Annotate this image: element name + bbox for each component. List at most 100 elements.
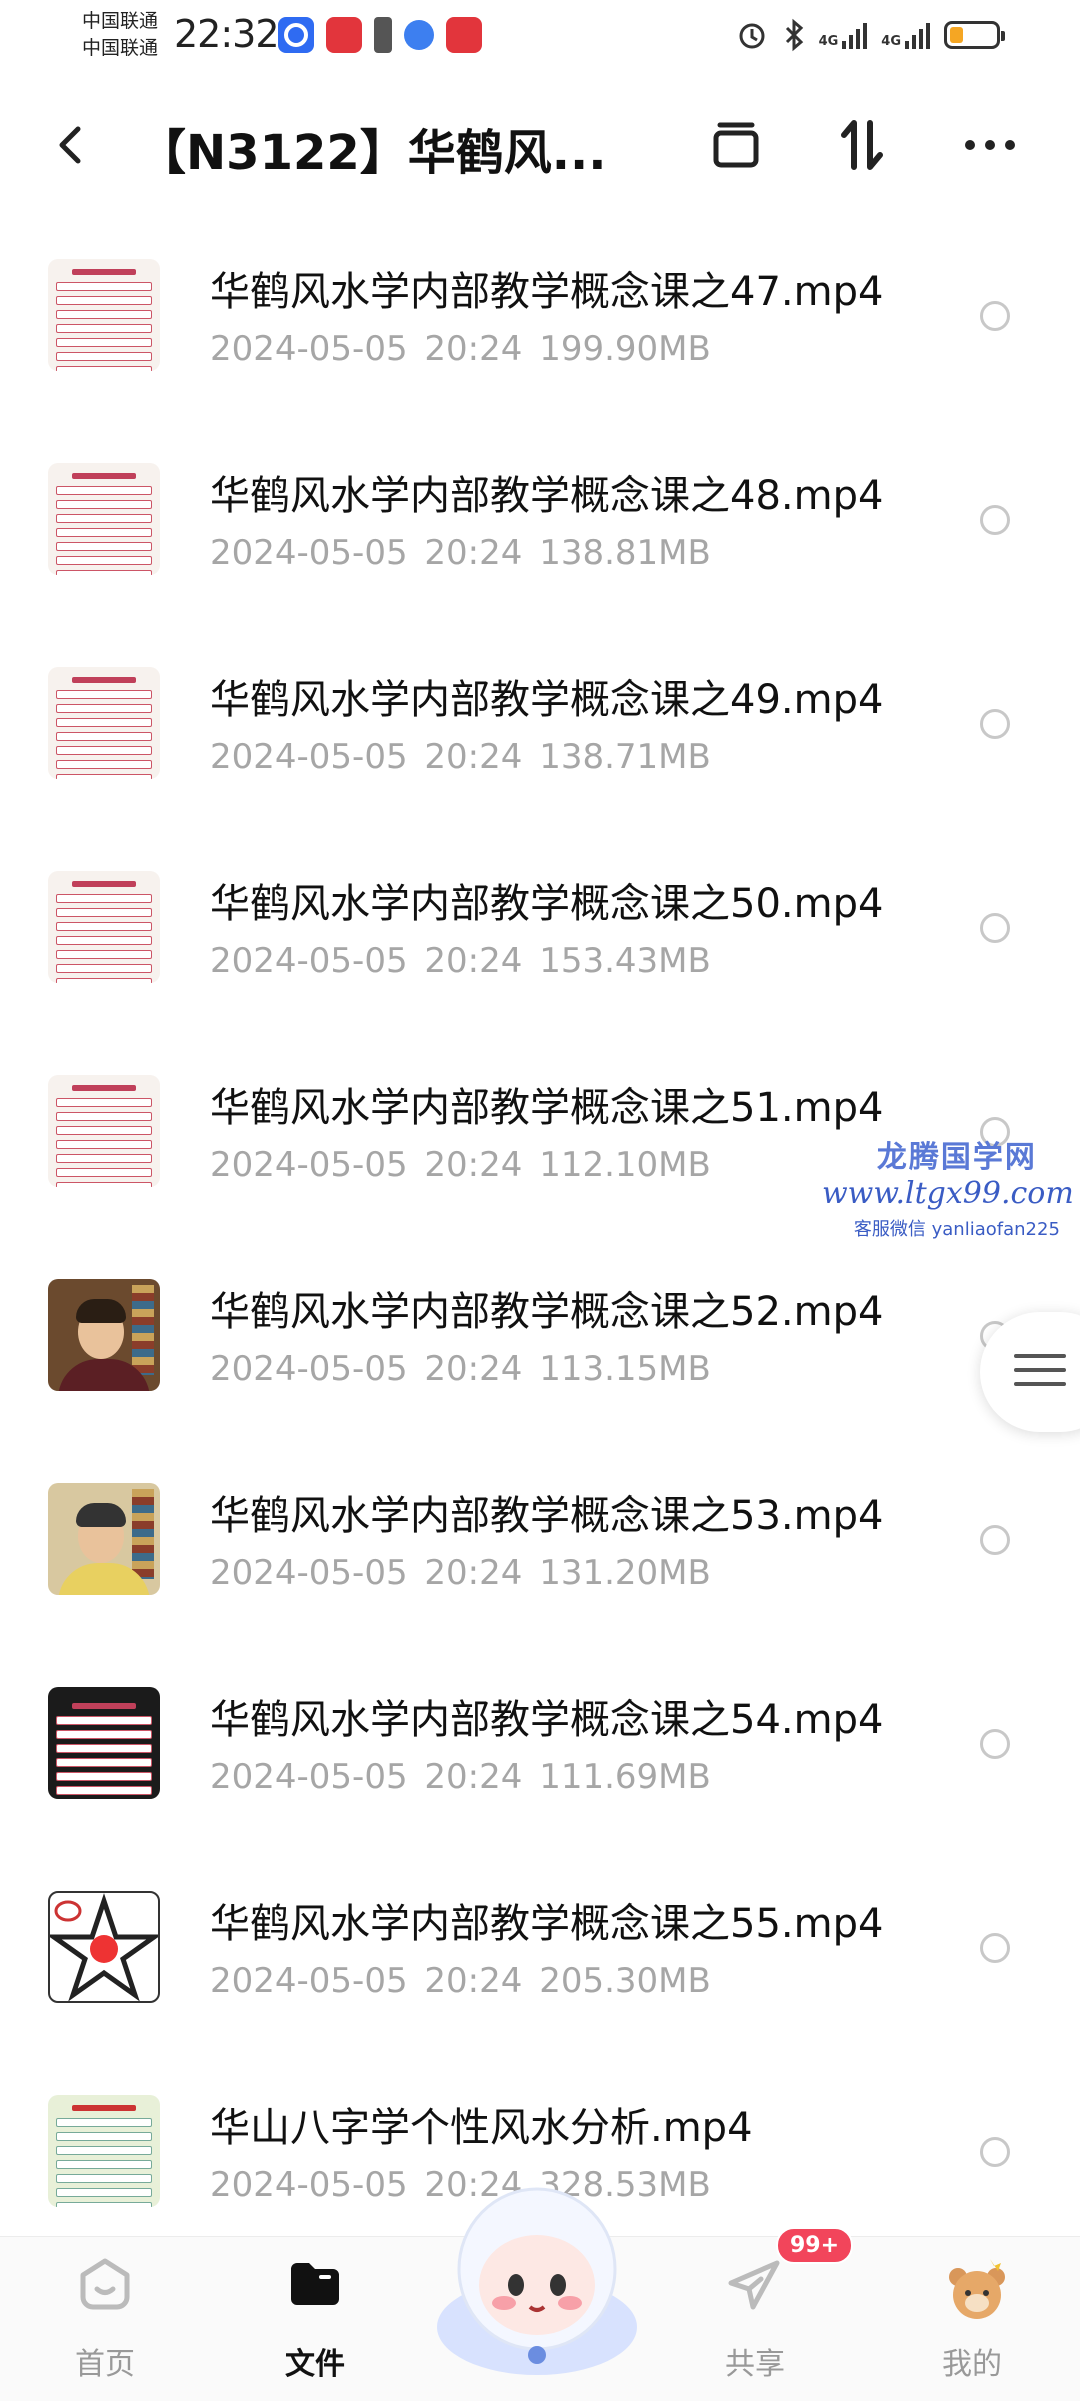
file-meta: 2024-05-05 20:24 205.30MB [210, 1961, 711, 2001]
select-radio[interactable] [980, 301, 1010, 331]
file-thumbnail [48, 1279, 160, 1391]
file-row[interactable]: 华鹤风水学内部教学概念课之47.mp4 2024-05-05 20:24 199.… [0, 215, 1080, 419]
file-thumbnail [48, 1483, 160, 1595]
file-thumbnail [48, 1075, 160, 1187]
file-date: 2024-05-05 [210, 737, 408, 777]
file-name: 华山八字学个性风水分析.mp4 [210, 2105, 753, 2151]
file-meta: 2024-05-05 20:24 111.69MB [210, 1757, 711, 1797]
sort-icon[interactable] [832, 115, 892, 175]
file-size: 199.90MB [539, 329, 711, 369]
file-size: 138.81MB [539, 533, 711, 573]
file-size: 111.69MB [539, 1757, 711, 1797]
gift-app-icon-2 [446, 17, 482, 53]
select-radio[interactable] [980, 2137, 1010, 2167]
select-radio[interactable] [980, 505, 1010, 535]
bluetooth-icon [785, 18, 803, 52]
network-type-1: 4G [818, 34, 839, 49]
file-row[interactable]: 华鹤风水学内部教学概念课之53.mp4 2024-05-05 20:24 131.… [0, 1439, 1080, 1643]
file-date: 2024-05-05 [210, 1757, 408, 1797]
top-app-bar: 【N3122】华鹤风... [0, 95, 1080, 195]
file-date: 2024-05-05 [210, 1961, 408, 2001]
file-row[interactable]: 华鹤风水学内部教学概念课之48.mp4 2024-05-05 20:24 138.… [0, 419, 1080, 623]
file-name: 华鹤风水学内部教学概念课之52.mp4 [210, 1289, 884, 1335]
file-row[interactable]: 华鹤风水学内部教学概念课之49.mp4 2024-05-05 20:24 138.… [0, 623, 1080, 827]
file-size: 153.43MB [539, 941, 711, 981]
file-thumbnail [48, 871, 160, 983]
file-row[interactable]: 华鹤风水学内部教学概念课之54.mp4 2024-05-05 20:24 111.… [0, 1643, 1080, 1847]
back-icon[interactable] [50, 123, 94, 167]
app-notification-icon [278, 17, 314, 53]
tab-files[interactable]: 文件 [255, 2255, 375, 2383]
select-radio[interactable] [980, 1729, 1010, 1759]
alarm-icon [739, 23, 765, 49]
folder-icon [285, 2255, 345, 2315]
menu-icon [1014, 1354, 1066, 1396]
browser-icon [404, 20, 434, 50]
file-date: 2024-05-05 [210, 1145, 408, 1185]
select-radio[interactable] [980, 709, 1010, 739]
file-date: 2024-05-05 [210, 2165, 408, 2205]
network-type-2: 4G [881, 34, 901, 49]
system-icons: 4G 4G [735, 18, 1005, 52]
tab-home-label: 首页 [75, 2347, 135, 2382]
status-bar: 中国联通 中国联通 22:32 4G 4G [0, 0, 1080, 80]
file-size: 113.15MB [539, 1349, 711, 1389]
battery-icon [944, 21, 1005, 49]
bear-avatar-icon [942, 2255, 1005, 2319]
select-radio[interactable] [980, 1525, 1010, 1555]
file-name: 华鹤风水学内部教学概念课之47.mp4 [210, 269, 884, 315]
file-row[interactable]: 华鹤风水学内部教学概念课之51.mp4 2024-05-05 20:24 112.… [0, 1031, 1080, 1235]
select-radio[interactable] [980, 1117, 1010, 1147]
carrier-1: 中国联通 [82, 10, 159, 32]
file-size: 138.71MB [539, 737, 711, 777]
file-name: 华鹤风水学内部教学概念课之55.mp4 [210, 1901, 884, 1947]
file-meta: 2024-05-05 20:24 131.20MB [210, 1553, 711, 1593]
file-size: 205.30MB [539, 1961, 711, 2001]
home-icon [75, 2255, 135, 2315]
select-radio[interactable] [980, 913, 1010, 943]
file-time: 20:24 [424, 1349, 523, 1389]
file-thumbnail [48, 259, 160, 371]
file-thumbnail [48, 667, 160, 779]
file-thumbnail [48, 1891, 160, 2003]
tab-mine-label: 我的 [942, 2347, 1002, 2382]
share-count-badge: 99+ [776, 2227, 854, 2264]
file-name: 华鹤风水学内部教学概念课之51.mp4 [210, 1085, 884, 1131]
tab-mine[interactable]: 我的 [912, 2255, 1032, 2383]
archive-icon[interactable] [706, 115, 766, 175]
more-icon[interactable] [960, 115, 1020, 175]
file-time: 20:24 [424, 1145, 523, 1185]
bottom-nav: 首页 文件 共享 99+ 我的 [0, 2187, 1080, 2401]
file-name: 华鹤风水学内部教学概念课之50.mp4 [210, 881, 884, 927]
carrier-2: 中国联通 [82, 37, 159, 59]
file-list: 华鹤风水学内部教学概念课之47.mp4 2024-05-05 20:24 199.… [0, 215, 1080, 2255]
file-thumbnail [48, 2095, 160, 2207]
file-date: 2024-05-05 [210, 329, 408, 369]
carrier-labels: 中国联通 中国联通 [82, 8, 158, 62]
tab-home[interactable]: 首页 [45, 2255, 165, 2383]
file-meta: 2024-05-05 20:24 112.10MB [210, 1145, 711, 1185]
notification-icons [278, 17, 482, 53]
tab-share[interactable]: 共享 [695, 2255, 815, 2383]
file-size: 131.20MB [539, 1553, 711, 1593]
file-row[interactable]: 华鹤风水学内部教学概念课之50.mp4 2024-05-05 20:24 153.… [0, 827, 1080, 1031]
file-thumbnail [48, 463, 160, 575]
assistant-mascot-icon[interactable] [432, 2177, 642, 2377]
file-size: 112.10MB [539, 1145, 711, 1185]
gift-app-icon [326, 17, 362, 53]
file-date: 2024-05-05 [210, 533, 408, 573]
file-time: 20:24 [424, 1553, 523, 1593]
tab-files-label: 文件 [285, 2347, 345, 2382]
file-row[interactable]: 华鹤风水学内部教学概念课之52.mp4 2024-05-05 20:24 113.… [0, 1235, 1080, 1439]
file-row[interactable]: 华鹤风水学内部教学概念课之55.mp4 2024-05-05 20:24 205.… [0, 1847, 1080, 2051]
file-time: 20:24 [424, 1961, 523, 2001]
clock: 22:32 [174, 12, 280, 56]
select-radio[interactable] [980, 1933, 1010, 1963]
file-date: 2024-05-05 [210, 1349, 408, 1389]
page-title: 【N3122】华鹤风... [138, 125, 607, 181]
file-name: 华鹤风水学内部教学概念课之49.mp4 [210, 677, 884, 723]
file-meta: 2024-05-05 20:24 138.81MB [210, 533, 711, 573]
file-name: 华鹤风水学内部教学概念课之54.mp4 [210, 1697, 884, 1743]
tab-share-label: 共享 [725, 2347, 785, 2382]
file-name: 华鹤风水学内部教学概念课之48.mp4 [210, 473, 884, 519]
